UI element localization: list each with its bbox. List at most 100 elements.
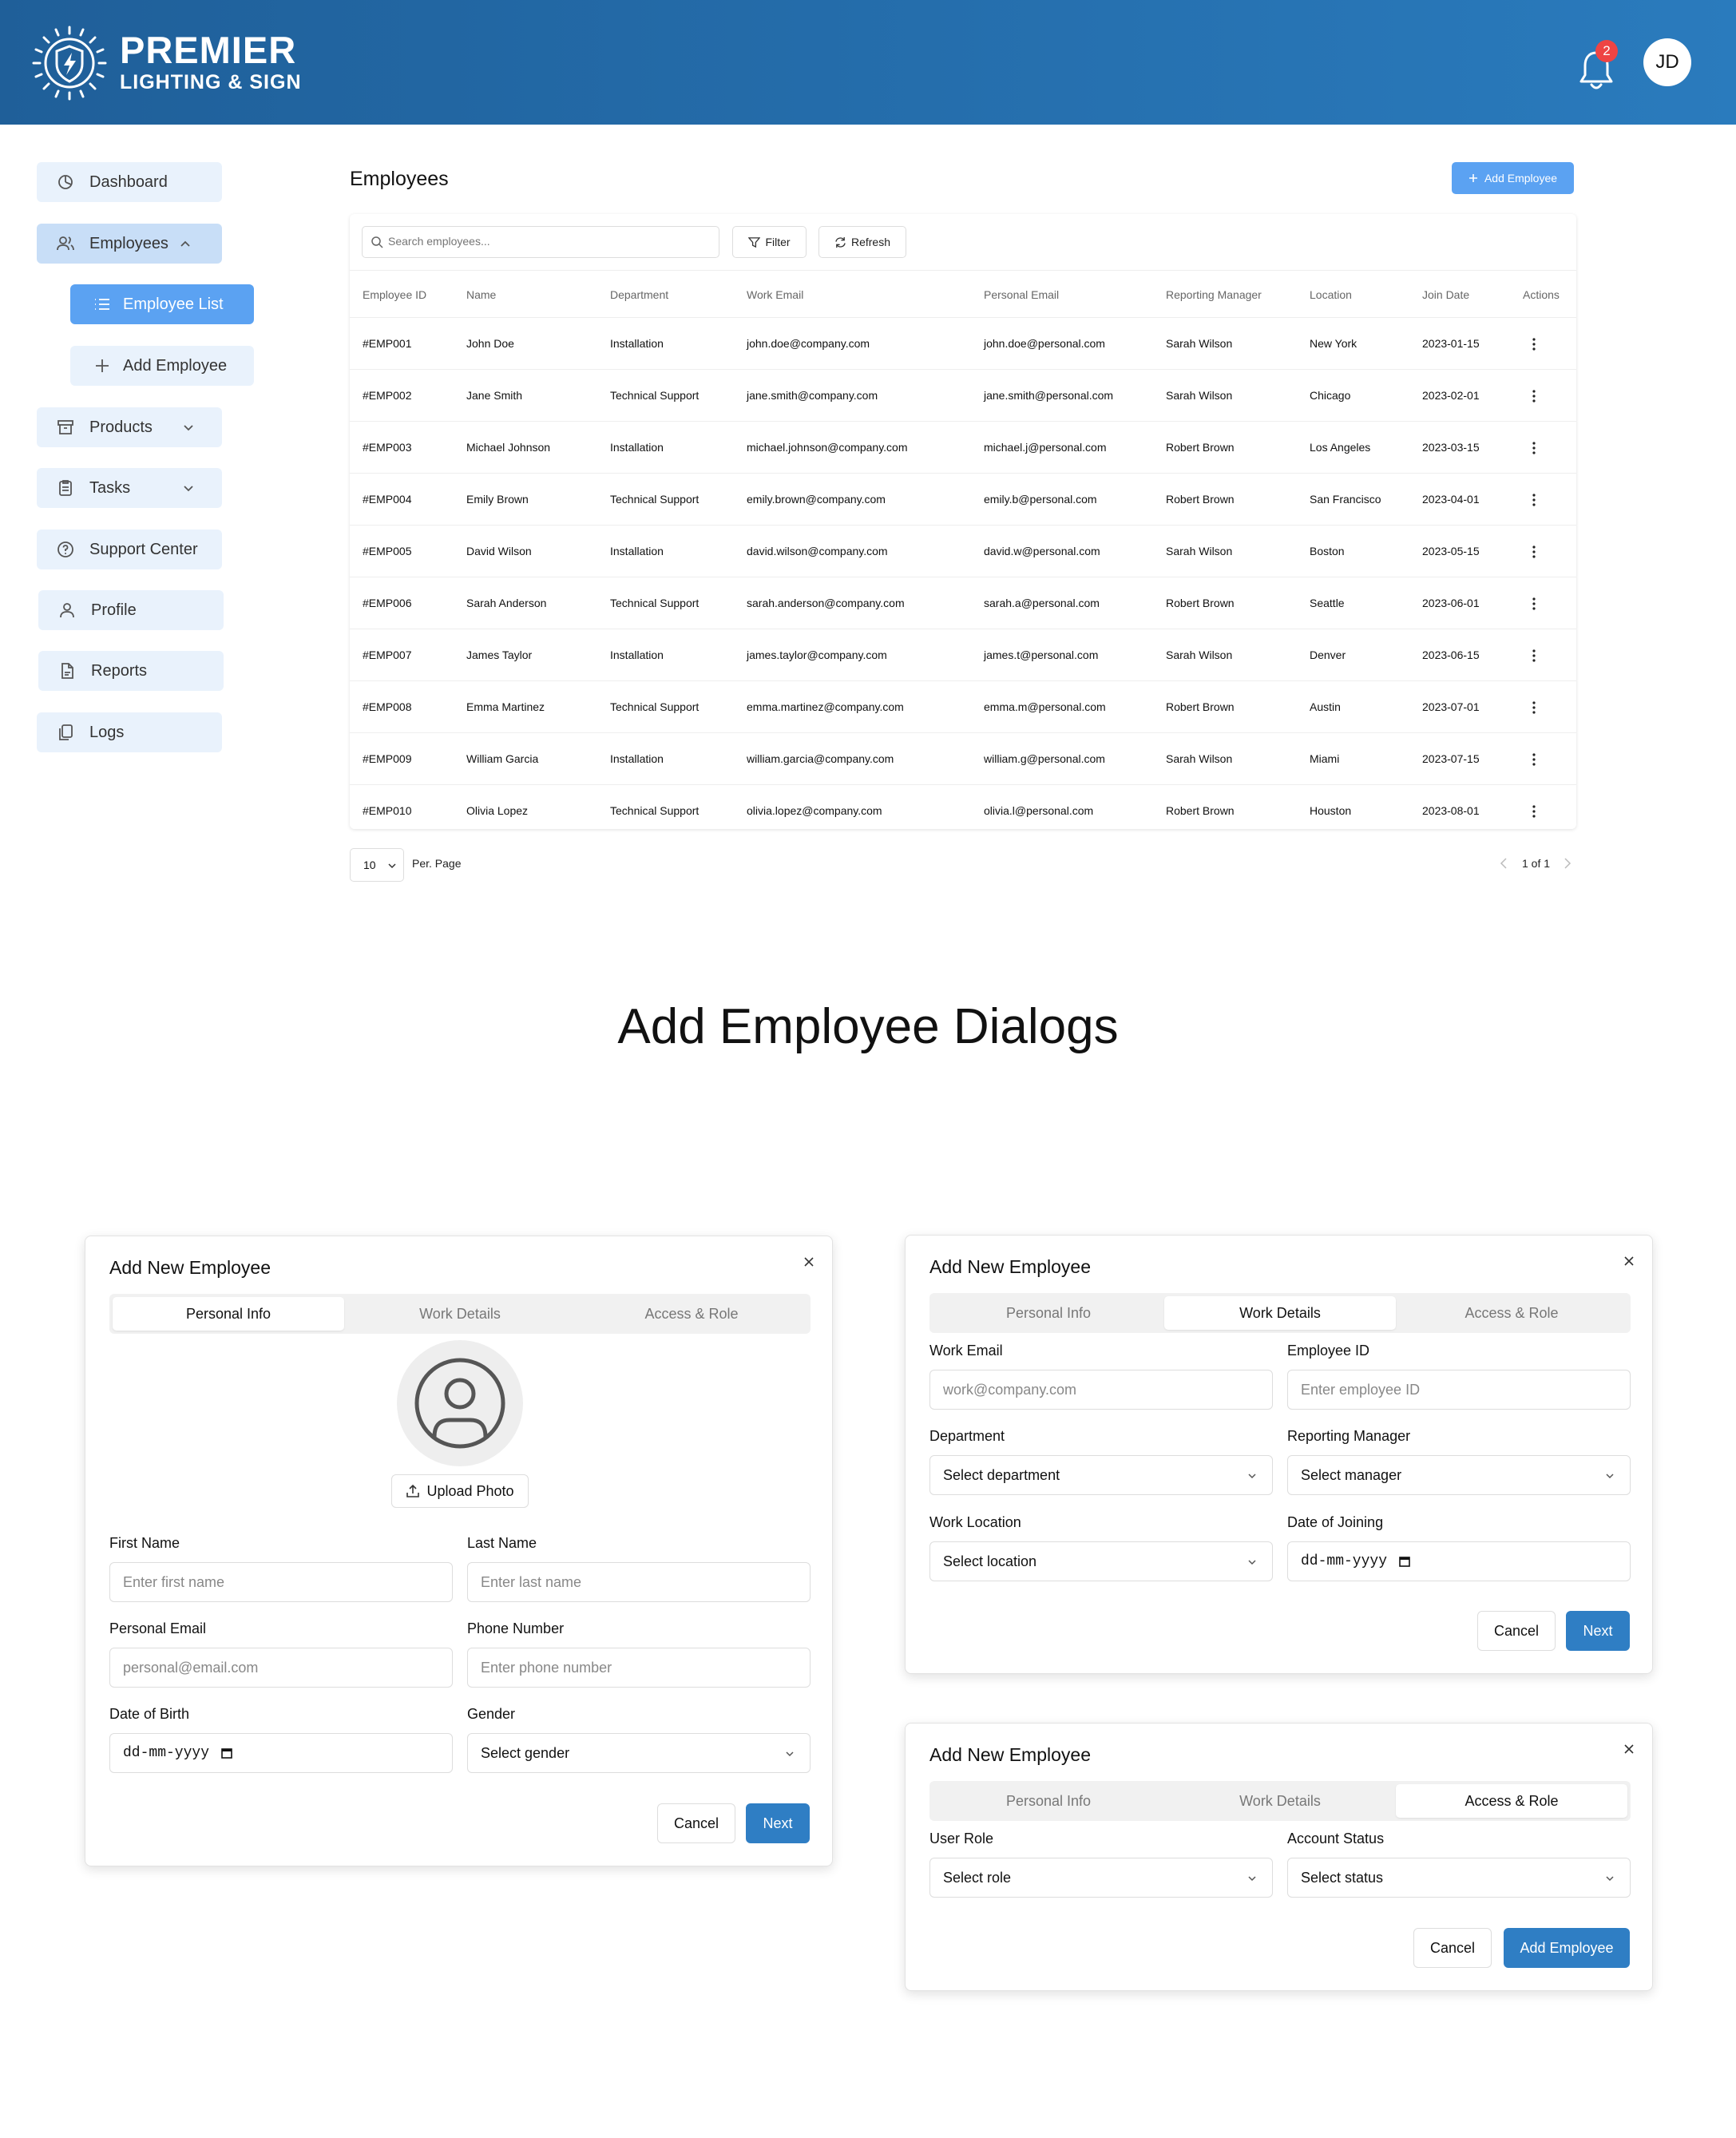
refresh-button[interactable]: Refresh: [818, 226, 906, 258]
tab-access-role[interactable]: Access & Role: [1396, 1784, 1627, 1818]
more-vertical-icon[interactable]: [1532, 597, 1536, 611]
tab-work-details[interactable]: Work Details: [1164, 1784, 1396, 1818]
table-row[interactable]: #EMP007 James Taylor Installation james.…: [350, 629, 1576, 681]
first-name-input[interactable]: Enter first name: [109, 1562, 453, 1602]
table-row[interactable]: #EMP008 Emma Martinez Technical Support …: [350, 681, 1576, 733]
tab-personal-info[interactable]: Personal Info: [113, 1297, 344, 1331]
table-row[interactable]: #EMP002 Jane Smith Technical Support jan…: [350, 370, 1576, 422]
close-icon[interactable]: [1623, 1743, 1635, 1755]
more-vertical-icon[interactable]: [1532, 337, 1536, 351]
next-button[interactable]: Next: [1566, 1611, 1630, 1651]
column-header[interactable]: Name: [466, 271, 496, 319]
user-avatar[interactable]: JD: [1643, 38, 1691, 86]
submit-add-employee-button[interactable]: Add Employee: [1504, 1928, 1630, 1968]
table-row[interactable]: #EMP004 Emily Brown Technical Support em…: [350, 474, 1576, 526]
chevron-right-icon[interactable]: [1564, 858, 1572, 869]
search-box[interactable]: [362, 226, 719, 258]
table-row[interactable]: #EMP009 William Garcia Installation will…: [350, 733, 1576, 785]
employees-table-card: Filter Refresh Employee ID Name Departme…: [350, 214, 1576, 829]
dob-value: dd-mm-yyyy: [123, 1745, 210, 1761]
page-info: 1 of 1: [1522, 857, 1551, 870]
employee-id-input[interactable]: Enter employee ID: [1287, 1370, 1631, 1410]
cell-manager: Robert Brown: [1166, 804, 1235, 817]
gender-value: Select gender: [481, 1744, 570, 1761]
personal-email-input[interactable]: personal@email.com: [109, 1648, 453, 1688]
join-date-input[interactable]: dd-mm-yyyy: [1287, 1541, 1631, 1581]
table-row[interactable]: #EMP001 John Doe Installation john.doe@c…: [350, 318, 1576, 370]
column-header[interactable]: Join Date: [1422, 271, 1469, 319]
filter-button[interactable]: Filter: [732, 226, 807, 258]
table-row[interactable]: #EMP006 Sarah Anderson Technical Support…: [350, 577, 1576, 629]
close-icon[interactable]: [803, 1255, 815, 1268]
more-vertical-icon[interactable]: [1532, 389, 1536, 403]
tab-work-details[interactable]: Work Details: [344, 1297, 576, 1331]
more-vertical-icon[interactable]: [1532, 493, 1536, 507]
more-vertical-icon[interactable]: [1532, 752, 1536, 767]
tab-access-role[interactable]: Access & Role: [1396, 1296, 1627, 1330]
gender-select[interactable]: Select gender: [467, 1733, 811, 1773]
upload-photo-button[interactable]: Upload Photo: [391, 1474, 529, 1508]
more-vertical-icon[interactable]: [1532, 700, 1536, 715]
account-status-select[interactable]: Select status: [1287, 1858, 1631, 1898]
search-input[interactable]: [388, 235, 707, 248]
more-vertical-icon[interactable]: [1532, 804, 1536, 819]
cell-join-date: 2023-08-01: [1422, 804, 1480, 817]
tab-personal-info[interactable]: Personal Info: [933, 1784, 1164, 1818]
cell-work-email: john.doe@company.com: [747, 337, 870, 350]
column-header[interactable]: Department: [610, 271, 668, 319]
last-name-input[interactable]: Enter last name: [467, 1562, 811, 1602]
sidebar-item-add-employee[interactable]: Add Employee: [70, 346, 254, 386]
column-header[interactable]: Reporting Manager: [1166, 271, 1262, 319]
sidebar-item-tasks[interactable]: Tasks: [37, 468, 222, 508]
more-vertical-icon[interactable]: [1532, 649, 1536, 663]
add-employee-button[interactable]: Add Employee: [1452, 162, 1574, 194]
department-select[interactable]: Select department: [929, 1455, 1273, 1495]
cell-location: Miami: [1310, 752, 1340, 765]
next-button[interactable]: Next: [746, 1803, 810, 1843]
sidebar-item-support-center[interactable]: Support Center: [37, 530, 222, 569]
location-select[interactable]: Select location: [929, 1541, 1273, 1581]
manager-select[interactable]: Select manager: [1287, 1455, 1631, 1495]
user-role-value: Select role: [943, 1869, 1012, 1886]
calendar-icon[interactable]: [1398, 1555, 1411, 1568]
cell-name: Olivia Lopez: [466, 804, 529, 817]
copy-icon: [59, 724, 73, 740]
sidebar-item-logs[interactable]: Logs: [37, 712, 222, 752]
table-row[interactable]: #EMP010 Olivia Lopez Technical Support o…: [350, 785, 1576, 837]
column-header[interactable]: Work Email: [747, 271, 803, 319]
cell-join-date: 2023-04-01: [1422, 493, 1480, 506]
column-header[interactable]: Personal Email: [984, 271, 1059, 319]
add-employee-dialog-work: Add New Employee Personal Info Work Deta…: [905, 1235, 1653, 1674]
tab-access-role[interactable]: Access & Role: [576, 1297, 807, 1331]
phone-input[interactable]: Enter phone number: [467, 1648, 811, 1688]
table-row[interactable]: #EMP003 Michael Johnson Installation mic…: [350, 422, 1576, 474]
cell-department: Technical Support: [610, 597, 700, 609]
cell-personal-email: michael.j@personal.com: [984, 441, 1107, 454]
sidebar-item-profile[interactable]: Profile: [38, 590, 224, 630]
column-header[interactable]: Employee ID: [363, 271, 426, 319]
table-row[interactable]: #EMP005 David Wilson Installation david.…: [350, 526, 1576, 577]
calendar-icon[interactable]: [220, 1747, 233, 1759]
sidebar-item-products[interactable]: Products: [37, 407, 222, 447]
close-icon[interactable]: [1623, 1255, 1635, 1267]
column-header[interactable]: Location: [1310, 271, 1352, 319]
manager-label: Reporting Manager: [1287, 1428, 1411, 1444]
more-vertical-icon[interactable]: [1532, 441, 1536, 455]
per-page-select[interactable]: 10: [350, 848, 404, 882]
sidebar-item-employee-list[interactable]: Employee List: [70, 284, 254, 324]
tab-personal-info[interactable]: Personal Info: [933, 1296, 1164, 1330]
cancel-button[interactable]: Cancel: [1413, 1928, 1492, 1968]
sidebar-item-employees[interactable]: Employees: [37, 224, 222, 264]
more-vertical-icon[interactable]: [1532, 545, 1536, 559]
cancel-button[interactable]: Cancel: [1477, 1611, 1556, 1651]
work-email-input[interactable]: work@company.com: [929, 1370, 1273, 1410]
tab-work-details[interactable]: Work Details: [1164, 1296, 1396, 1330]
user-role-select[interactable]: Select role: [929, 1858, 1273, 1898]
dialog-tabs: Personal Info Work Details Access & Role: [929, 1293, 1631, 1333]
cancel-button[interactable]: Cancel: [657, 1803, 735, 1843]
sidebar-item-reports[interactable]: Reports: [38, 651, 224, 691]
dob-input[interactable]: dd-mm-yyyy: [109, 1733, 453, 1773]
account-status-value: Select status: [1301, 1869, 1384, 1886]
chevron-left-icon[interactable]: [1500, 858, 1508, 869]
sidebar-item-dashboard[interactable]: Dashboard: [37, 162, 222, 202]
